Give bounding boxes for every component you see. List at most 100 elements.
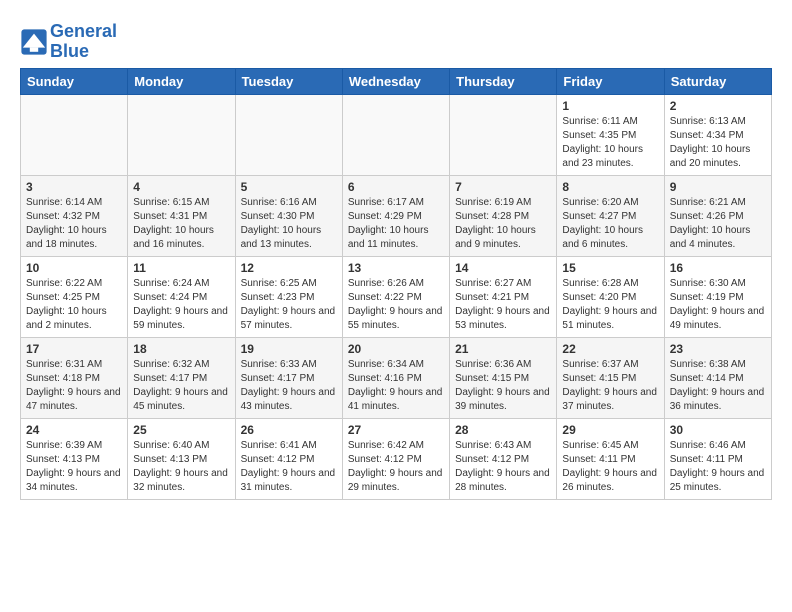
day-info: Sunrise: 6:17 AM Sunset: 4:29 PM Dayligh… <box>348 196 444 252</box>
calendar-cell: 9Sunrise: 6:21 AM Sunset: 4:26 PM Daylig… <box>664 175 771 256</box>
day-number: 24 <box>26 423 122 437</box>
logo-text-line1: General <box>50 22 117 42</box>
weekday-thursday: Thursday <box>450 68 557 94</box>
day-info: Sunrise: 6:30 AM Sunset: 4:19 PM Dayligh… <box>670 277 766 333</box>
day-number: 19 <box>241 342 337 356</box>
day-number: 10 <box>26 261 122 275</box>
calendar-cell: 5 Sunrise: 6:16 AM Sunset: 4:30 PM Daylig… <box>235 175 342 256</box>
calendar-cell: 26 Sunrise: 6:41 AM Sunset: 4:12 PM Dayli… <box>235 418 342 499</box>
week-row-2: 3 Sunrise: 6:14 AM Sunset: 4:32 PM Daylig… <box>21 175 772 256</box>
calendar-cell: 25 Sunrise: 6:40 AM Sunset: 4:13 PM Dayli… <box>128 418 235 499</box>
day-number: 18 <box>133 342 229 356</box>
day-info: Sunrise: 6:20 AM Sunset: 4:27 PM Dayligh… <box>562 196 658 252</box>
calendar-cell: 2Sunrise: 6:13 AM Sunset: 4:34 PM Daylig… <box>664 94 771 175</box>
week-row-5: 24 Sunrise: 6:39 AM Sunset: 4:13 PM Dayli… <box>21 418 772 499</box>
week-row-3: 10 Sunrise: 6:22 AM Sunset: 4:25 PM Dayli… <box>21 256 772 337</box>
day-info: Sunrise: 6:14 AM Sunset: 4:32 PM Dayligh… <box>26 196 122 252</box>
day-info: Sunrise: 6:22 AM Sunset: 4:25 PM Dayligh… <box>26 277 122 333</box>
day-info: Sunrise: 6:19 AM Sunset: 4:28 PM Dayligh… <box>455 196 551 252</box>
day-number: 22 <box>562 342 658 356</box>
weekday-sunday: Sunday <box>21 68 128 94</box>
day-number: 23 <box>670 342 766 356</box>
day-info: Sunrise: 6:15 AM Sunset: 4:31 PM Dayligh… <box>133 196 229 252</box>
logo: General Blue <box>20 22 117 62</box>
calendar-cell <box>342 94 449 175</box>
day-info: Sunrise: 6:11 AM Sunset: 4:35 PM Dayligh… <box>562 115 658 171</box>
day-number: 15 <box>562 261 658 275</box>
day-number: 1 <box>562 99 658 113</box>
day-number: 5 <box>241 180 337 194</box>
logo-icon <box>20 28 48 56</box>
weekday-monday: Monday <box>128 68 235 94</box>
day-number: 3 <box>26 180 122 194</box>
day-number: 6 <box>348 180 444 194</box>
calendar-cell <box>450 94 557 175</box>
day-number: 21 <box>455 342 551 356</box>
day-info: Sunrise: 6:37 AM Sunset: 4:15 PM Dayligh… <box>562 358 658 414</box>
day-number: 29 <box>562 423 658 437</box>
calendar-cell: 15 Sunrise: 6:28 AM Sunset: 4:20 PM Dayli… <box>557 256 664 337</box>
day-number: 13 <box>348 261 444 275</box>
page: General Blue SundayMondayTuesdayWednesda… <box>0 0 792 514</box>
day-info: Sunrise: 6:27 AM Sunset: 4:21 PM Dayligh… <box>455 277 551 333</box>
day-info: Sunrise: 6:26 AM Sunset: 4:22 PM Dayligh… <box>348 277 444 333</box>
calendar-cell <box>128 94 235 175</box>
day-number: 4 <box>133 180 229 194</box>
day-info: Sunrise: 6:39 AM Sunset: 4:13 PM Dayligh… <box>26 439 122 495</box>
calendar-cell: 11 Sunrise: 6:24 AM Sunset: 4:24 PM Dayli… <box>128 256 235 337</box>
day-info: Sunrise: 6:16 AM Sunset: 4:30 PM Dayligh… <box>241 196 337 252</box>
weekday-wednesday: Wednesday <box>342 68 449 94</box>
weekday-friday: Friday <box>557 68 664 94</box>
day-info: Sunrise: 6:38 AM Sunset: 4:14 PM Dayligh… <box>670 358 766 414</box>
day-info: Sunrise: 6:45 AM Sunset: 4:11 PM Dayligh… <box>562 439 658 495</box>
calendar-cell: 21 Sunrise: 6:36 AM Sunset: 4:15 PM Dayli… <box>450 337 557 418</box>
calendar-cell: 7 Sunrise: 6:19 AM Sunset: 4:28 PM Daylig… <box>450 175 557 256</box>
day-info: Sunrise: 6:41 AM Sunset: 4:12 PM Dayligh… <box>241 439 337 495</box>
calendar-cell: 27Sunrise: 6:42 AM Sunset: 4:12 PM Dayli… <box>342 418 449 499</box>
calendar-cell <box>21 94 128 175</box>
day-number: 17 <box>26 342 122 356</box>
calendar-cell: 6 Sunrise: 6:17 AM Sunset: 4:29 PM Daylig… <box>342 175 449 256</box>
calendar-cell: 17Sunrise: 6:31 AM Sunset: 4:18 PM Dayli… <box>21 337 128 418</box>
day-info: Sunrise: 6:43 AM Sunset: 4:12 PM Dayligh… <box>455 439 551 495</box>
day-info: Sunrise: 6:28 AM Sunset: 4:20 PM Dayligh… <box>562 277 658 333</box>
day-number: 25 <box>133 423 229 437</box>
weekday-saturday: Saturday <box>664 68 771 94</box>
day-info: Sunrise: 6:40 AM Sunset: 4:13 PM Dayligh… <box>133 439 229 495</box>
day-number: 20 <box>348 342 444 356</box>
calendar-cell: 22 Sunrise: 6:37 AM Sunset: 4:15 PM Dayli… <box>557 337 664 418</box>
weekday-header-row: SundayMondayTuesdayWednesdayThursdayFrid… <box>21 68 772 94</box>
weekday-tuesday: Tuesday <box>235 68 342 94</box>
week-row-4: 17Sunrise: 6:31 AM Sunset: 4:18 PM Dayli… <box>21 337 772 418</box>
day-info: Sunrise: 6:33 AM Sunset: 4:17 PM Dayligh… <box>241 358 337 414</box>
day-number: 16 <box>670 261 766 275</box>
header: General Blue <box>20 18 772 62</box>
day-number: 12 <box>241 261 337 275</box>
calendar-cell: 13 Sunrise: 6:26 AM Sunset: 4:22 PM Dayli… <box>342 256 449 337</box>
day-number: 8 <box>562 180 658 194</box>
calendar-cell: 28 Sunrise: 6:43 AM Sunset: 4:12 PM Dayli… <box>450 418 557 499</box>
day-number: 14 <box>455 261 551 275</box>
day-number: 9 <box>670 180 766 194</box>
day-number: 28 <box>455 423 551 437</box>
calendar-cell: 30Sunrise: 6:46 AM Sunset: 4:11 PM Dayli… <box>664 418 771 499</box>
calendar-cell: 4 Sunrise: 6:15 AM Sunset: 4:31 PM Daylig… <box>128 175 235 256</box>
day-number: 7 <box>455 180 551 194</box>
calendar-body: 1 Sunrise: 6:11 AM Sunset: 4:35 PM Daylig… <box>21 94 772 499</box>
calendar-cell <box>235 94 342 175</box>
calendar-cell: 10 Sunrise: 6:22 AM Sunset: 4:25 PM Dayli… <box>21 256 128 337</box>
day-number: 2 <box>670 99 766 113</box>
day-info: Sunrise: 6:46 AM Sunset: 4:11 PM Dayligh… <box>670 439 766 495</box>
day-info: Sunrise: 6:36 AM Sunset: 4:15 PM Dayligh… <box>455 358 551 414</box>
day-info: Sunrise: 6:32 AM Sunset: 4:17 PM Dayligh… <box>133 358 229 414</box>
calendar-cell: 3 Sunrise: 6:14 AM Sunset: 4:32 PM Daylig… <box>21 175 128 256</box>
calendar-table: SundayMondayTuesdayWednesdayThursdayFrid… <box>20 68 772 500</box>
calendar-cell: 14 Sunrise: 6:27 AM Sunset: 4:21 PM Dayli… <box>450 256 557 337</box>
calendar-cell: 12Sunrise: 6:25 AM Sunset: 4:23 PM Dayli… <box>235 256 342 337</box>
day-number: 11 <box>133 261 229 275</box>
calendar-cell: 19 Sunrise: 6:33 AM Sunset: 4:17 PM Dayli… <box>235 337 342 418</box>
day-info: Sunrise: 6:34 AM Sunset: 4:16 PM Dayligh… <box>348 358 444 414</box>
day-info: Sunrise: 6:24 AM Sunset: 4:24 PM Dayligh… <box>133 277 229 333</box>
day-number: 26 <box>241 423 337 437</box>
calendar-cell: 1 Sunrise: 6:11 AM Sunset: 4:35 PM Daylig… <box>557 94 664 175</box>
